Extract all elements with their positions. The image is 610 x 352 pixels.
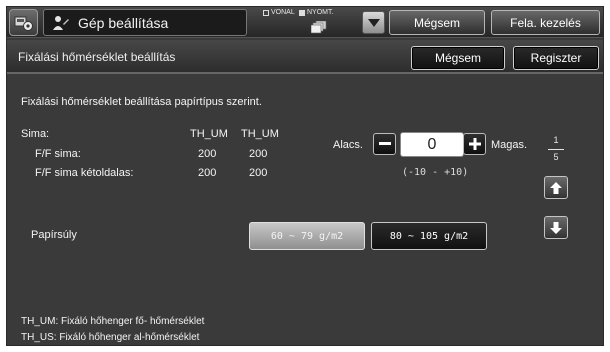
page-down-button[interactable] [544, 216, 568, 239]
arrow-up-icon [550, 181, 562, 194]
sub-header: Fixálási hőmérséklet beállítás Mégsem Re… [7, 40, 603, 74]
paper-weight-option-60-79[interactable]: 60 ~ 79 g/m2 [249, 222, 365, 250]
arrow-down-icon [550, 221, 562, 234]
top-bar: Gép beállítása VONAL NYOMT. Mégsem Fela. [7, 7, 603, 38]
paper-stack-icon [311, 21, 327, 34]
row-value: 200 [198, 148, 217, 160]
column-header: TH_UM [241, 128, 279, 140]
page-indicator: 1 5 [548, 135, 564, 162]
page-total: 5 [553, 152, 559, 162]
page-divider [548, 149, 564, 150]
header-cancel-button[interactable]: Mégsem [389, 10, 485, 35]
value-display: 0 [400, 132, 464, 157]
minus-icon [378, 142, 391, 145]
dropdown-button[interactable] [362, 11, 385, 34]
footnote-th-um: TH_UM: Fixáló hőhenger fő- hőmérséklet [21, 316, 205, 327]
footnote-th-us: TH_US: Fixáló hőhenger al-hőmérséklet [21, 332, 200, 343]
low-label: Alacs. [333, 139, 363, 151]
row-label: F/F sima kétoldalas: [35, 167, 134, 179]
screen-frame: Gép beállítása VONAL NYOMT. Mégsem Fela. [6, 6, 604, 346]
high-label: Magas. [491, 139, 528, 151]
decrease-button[interactable] [373, 133, 396, 155]
cancel-button[interactable]: Mégsem [411, 46, 505, 70]
mode-print-checkbox [299, 9, 305, 16]
row-value: 200 [198, 167, 217, 179]
row-value: 200 [249, 148, 268, 160]
settings-icon [14, 16, 33, 31]
screen-title: Fixálási hőmérséklet beállítás [18, 50, 176, 64]
page-title: Gép beállítása [78, 14, 169, 31]
dropdown-arrow-icon [367, 18, 380, 27]
instruction-text: Fixálási hőmérséklet beállítása papírtíp… [21, 96, 262, 108]
title-box: Gép beállítása [43, 9, 247, 36]
mode-line-indicator: VONAL [263, 9, 295, 16]
increase-button[interactable] [463, 133, 486, 155]
row-label: Sima: [21, 128, 50, 140]
paper-weight-option-80-105[interactable]: 80 ~ 105 g/m2 [371, 222, 487, 250]
user-wrench-icon [53, 15, 69, 30]
row-value: 200 [249, 167, 268, 179]
plus-icon [468, 138, 481, 150]
page-current: 1 [553, 135, 559, 145]
register-button[interactable]: Regiszter [513, 46, 599, 70]
job-status-button[interactable]: Fela. kezelés [491, 10, 600, 35]
paper-weight-label: Papírsúly [31, 229, 77, 241]
row-label: F/F sima: [35, 148, 81, 160]
home-button[interactable] [9, 9, 38, 36]
column-header: TH_UM [190, 128, 228, 140]
mode-print-indicator: NYOMT. [299, 9, 333, 16]
mode-line-checkbox [263, 9, 269, 16]
mode-indicator: VONAL NYOMT. [251, 8, 359, 37]
page-up-button[interactable] [544, 176, 568, 199]
range-hint: (-10 - +10) [402, 167, 469, 178]
